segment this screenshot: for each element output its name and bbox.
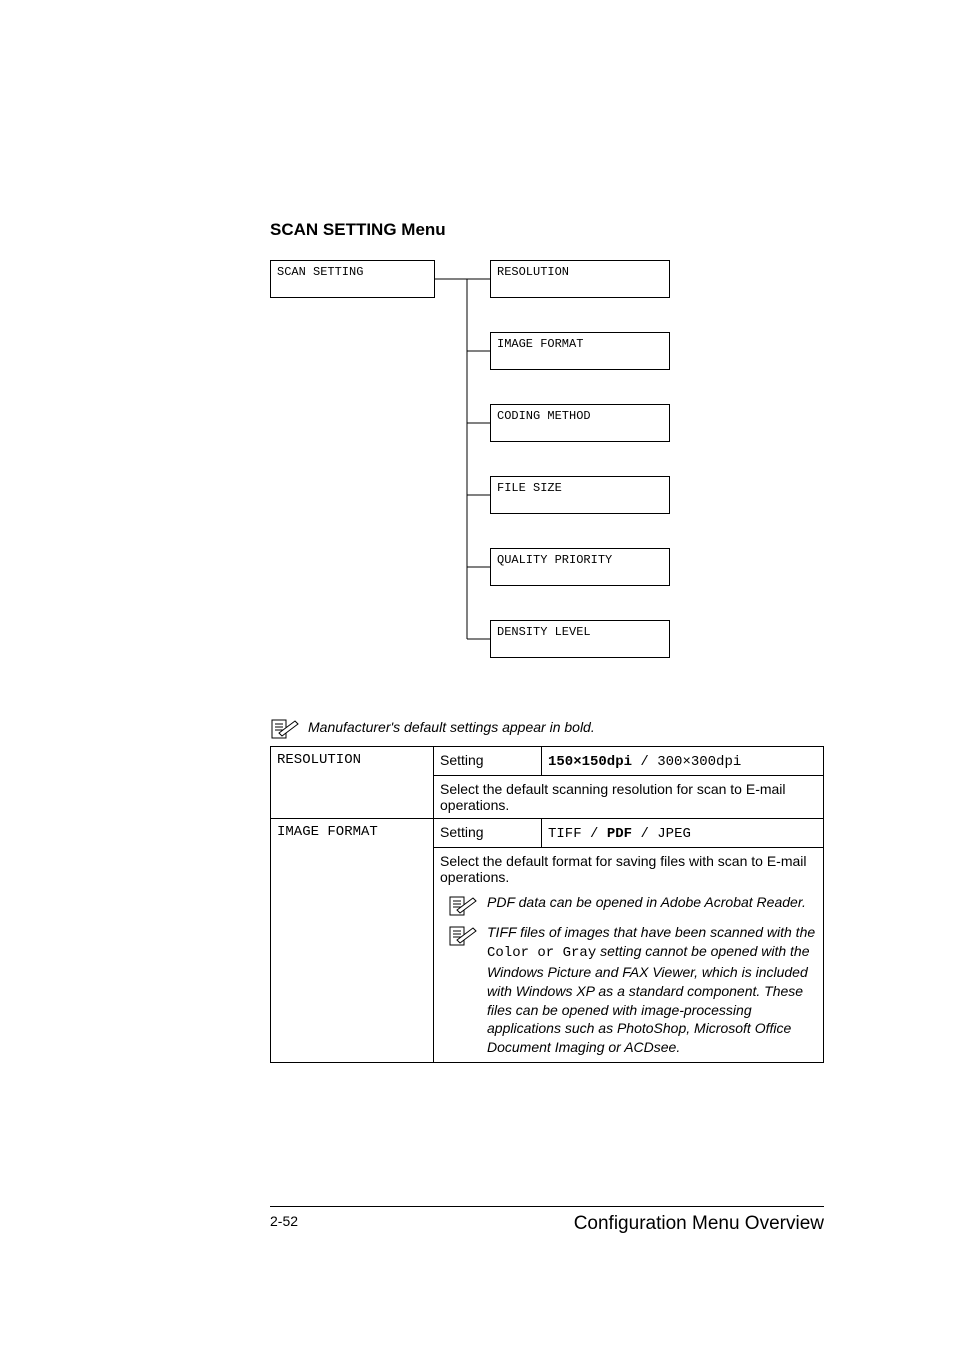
settings-table: RESOLUTION Setting 150×150dpi / 300×300d…: [270, 746, 824, 1063]
note-tiff-viewer: TIFF files of images that have been scan…: [440, 923, 817, 1057]
page-footer: 2-52 Configuration Menu Overview: [270, 1206, 824, 1235]
note-tiff-text: TIFF files of images that have been scan…: [483, 923, 817, 1057]
tree-root-box: SCAN SETTING: [270, 260, 435, 298]
cell-imageformat-body: Select the default format for saving fil…: [434, 848, 824, 1063]
footer-rule: [270, 1206, 824, 1207]
tree-child-density-level: DENSITY LEVEL: [490, 620, 670, 658]
defaults-note-text: Manufacturer's default settings appear i…: [308, 719, 595, 735]
note-icon: [270, 718, 300, 740]
defaults-note: Manufacturer's default settings appear i…: [270, 716, 824, 738]
option-sep-b: /: [632, 826, 657, 842]
tree-child-file-size: FILE SIZE: [490, 476, 670, 514]
footer-page-number: 2-52: [270, 1213, 298, 1235]
option-300x300: 300×300dpi: [657, 754, 741, 770]
note-icon: [448, 925, 478, 947]
option-jpeg: JPEG: [657, 826, 691, 842]
tree-child-coding-method: CODING METHOD: [490, 404, 670, 442]
page: SCAN SETTING Menu SCAN SETTING RESOLUTIO…: [0, 0, 954, 1350]
option-sep-a: /: [582, 826, 607, 842]
tree-connectors: [270, 260, 690, 680]
note-pdf-text: PDF data can be opened in Adobe Acrobat …: [483, 893, 806, 912]
menu-tree-diagram: SCAN SETTING RESOLUTION IMAGE FORMAT COD…: [270, 260, 824, 700]
section-heading: SCAN SETTING Menu: [270, 220, 824, 240]
option-pdf-bold: PDF: [607, 826, 632, 842]
cell-imageformat-options: TIFF / PDF / JPEG: [542, 819, 824, 848]
tree-child-quality-priority: QUALITY PRIORITY: [490, 548, 670, 586]
cell-resolution-options: 150×150dpi / 300×300dpi: [542, 747, 824, 776]
note-tiff-mono: Color or Gray: [487, 945, 596, 961]
option-150x150-bold: 150×150dpi: [548, 754, 632, 770]
cell-resolution-setting-label: Setting: [434, 747, 542, 776]
option-sep-1: /: [632, 754, 657, 770]
tree-child-image-format: IMAGE FORMAT: [490, 332, 670, 370]
option-tiff: TIFF: [548, 826, 582, 842]
imageformat-desc: Select the default format for saving fil…: [440, 853, 817, 885]
note-icon: [448, 895, 478, 917]
cell-imageformat-setting-label: Setting: [434, 819, 542, 848]
footer-title: Configuration Menu Overview: [574, 1213, 824, 1235]
cell-imageformat-name: IMAGE FORMAT: [271, 819, 434, 1063]
cell-resolution-name: RESOLUTION: [271, 747, 434, 819]
note-pdf-reader: PDF data can be opened in Adobe Acrobat …: [440, 893, 817, 915]
tree-child-resolution: RESOLUTION: [490, 260, 670, 298]
note-tiff-pre: TIFF files of images that have been scan…: [487, 924, 815, 940]
cell-resolution-desc: Select the default scanning resolution f…: [434, 776, 824, 819]
